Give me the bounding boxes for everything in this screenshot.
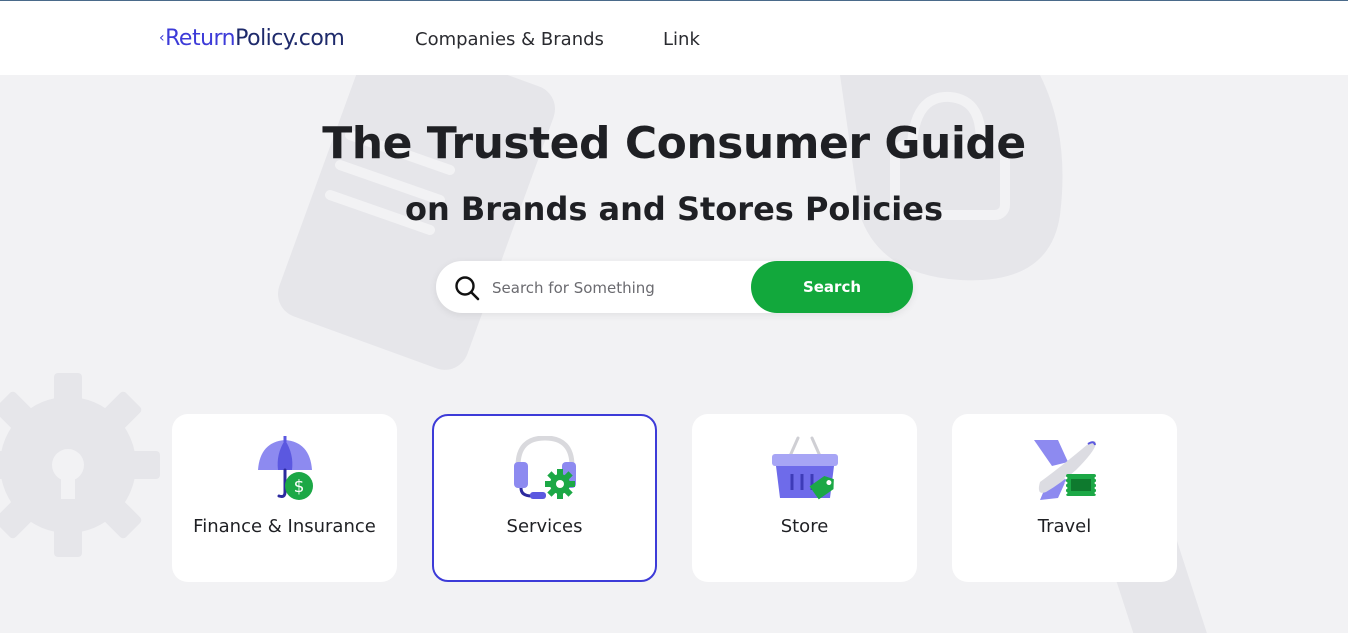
umbrella-dollar-icon: $ (258, 436, 313, 500)
category-card-travel[interactable]: Travel (952, 414, 1177, 582)
headset-gear-icon (514, 436, 576, 499)
category-label: Store (780, 516, 829, 537)
navbar: ‹ Return Policy.com Companies & Brands Lin… (0, 1, 1348, 75)
category-label: Travel (1037, 516, 1092, 537)
nav-companies-brands[interactable]: Companies & Brands (415, 29, 604, 50)
category-card-services[interactable]: Services (432, 414, 657, 582)
category-card-finance-insurance[interactable]: $ Finance & Insurance (172, 414, 397, 582)
logo-arrow-icon: ‹ (159, 30, 165, 46)
search-input[interactable] (490, 273, 744, 303)
site-logo[interactable]: ‹ Return Policy.com (159, 23, 345, 53)
logo-text-policy: Policy.com (235, 25, 345, 51)
category-card-store[interactable]: Store (692, 414, 917, 582)
airplane-ticket-icon (1034, 440, 1098, 500)
search-button[interactable]: Search (751, 261, 913, 313)
nav-link[interactable]: Link (663, 29, 700, 50)
svg-text:$: $ (294, 477, 305, 497)
category-label: Finance & Insurance (193, 516, 376, 537)
search-icon (455, 276, 480, 301)
basket-tag-icon (772, 436, 838, 500)
category-label: Services (506, 516, 583, 537)
hero-subtitle: on Brands and Stores Policies (404, 190, 944, 228)
logo-text-return: Return (165, 25, 236, 51)
search-bar: Search (436, 261, 913, 313)
hero-title: The Trusted Consumer Guide (322, 118, 1026, 169)
